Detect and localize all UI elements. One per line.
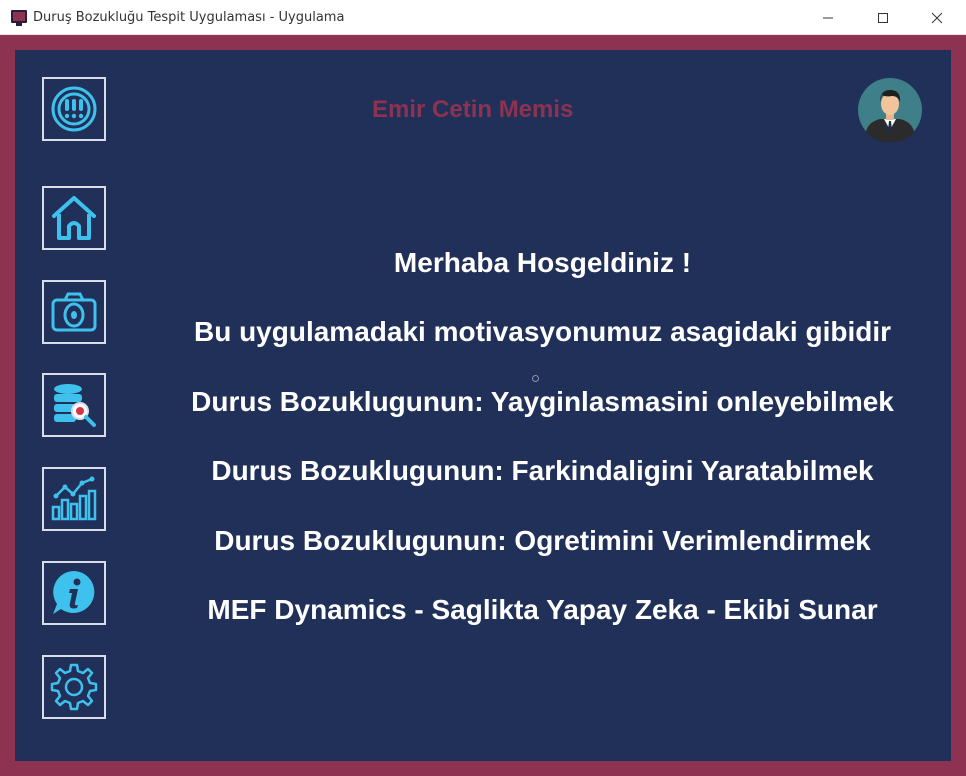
team-credit: MEF Dynamics - Saglikta Yapay Zeka - Eki… [207, 594, 878, 625]
avatar[interactable] [858, 78, 922, 142]
motivation-line-2: Durus Bozuklugunun: Farkindaligini Yarat… [211, 455, 874, 486]
maximize-button[interactable] [860, 0, 906, 35]
app-icon [11, 10, 27, 26]
alert-circle-icon [51, 86, 97, 132]
sidebar-item-database-search[interactable] [42, 373, 106, 437]
info-icon [53, 571, 95, 614]
camera-icon [51, 292, 97, 332]
motivation-line-3: Durus Bozuklugunun: Ogretimini Verimlend… [214, 525, 871, 556]
window-title: Duruş Bozukluğu Tespit Uygulaması - Uygu… [33, 10, 345, 25]
cursor-indicator [532, 375, 539, 382]
home-icon [52, 196, 96, 240]
maximize-icon [878, 12, 888, 23]
sidebar-item-alert[interactable] [42, 77, 106, 141]
bar-chart-icon [51, 476, 97, 521]
app-window: Duruş Bozukluğu Tespit Uygulaması - Uygu… [0, 0, 966, 776]
main-panel: Emir Cetin Memis Merhaba Hosgeldiniz ! B… [15, 50, 951, 761]
sidebar-item-settings[interactable] [42, 655, 106, 719]
database-search-icon [54, 384, 96, 427]
sidebar-item-info[interactable] [42, 561, 106, 625]
close-button[interactable] [914, 0, 960, 35]
minimize-button[interactable] [805, 0, 851, 35]
motivation-line-1: Durus Bozuklugunun: Yayginlasmasini onle… [191, 386, 894, 417]
title-bar[interactable]: Duruş Bozukluğu Tespit Uygulaması - Uygu… [0, 0, 966, 35]
sidebar-item-camera[interactable] [42, 280, 106, 344]
sidebar-item-home[interactable] [42, 186, 106, 250]
close-icon [931, 12, 943, 23]
minimize-icon [823, 17, 833, 18]
user-name: Emir Cetin Memis [372, 96, 574, 123]
gear-icon [50, 663, 98, 711]
motivation-intro: Bu uygulamadaki motivasyonumuz asagidaki… [193, 316, 892, 347]
sidebar-item-statistics[interactable] [42, 467, 106, 531]
welcome-heading: Merhaba Hosgeldiniz ! [393, 247, 692, 278]
